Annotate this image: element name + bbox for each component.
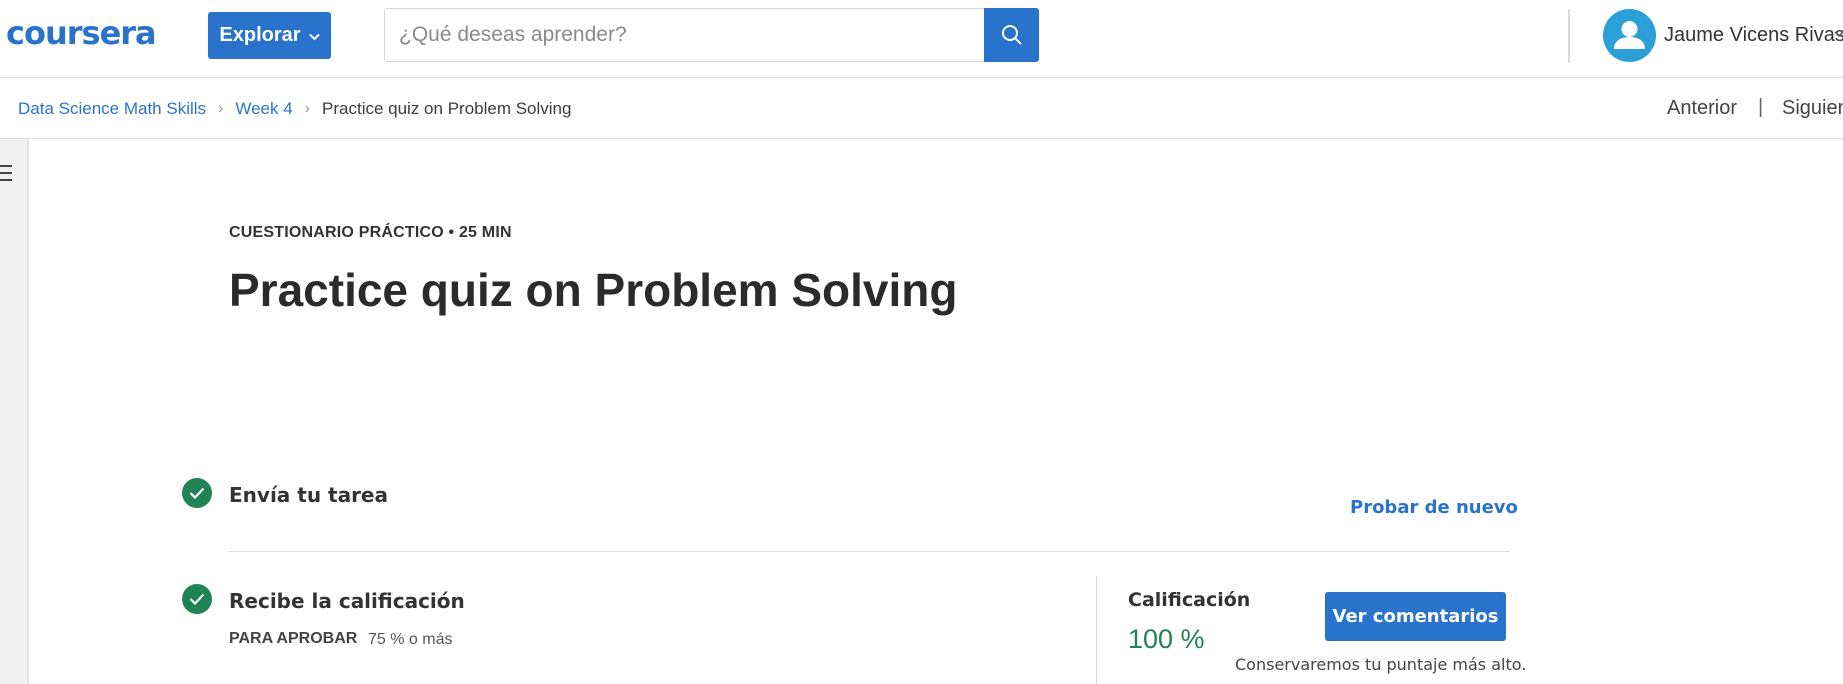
chevron-down-icon bbox=[308, 29, 320, 44]
search-input[interactable] bbox=[385, 9, 984, 61]
breadcrumb-current: Practice quiz on Problem Solving bbox=[322, 99, 572, 118]
grade-step-label: Recibe la calificación bbox=[229, 589, 465, 613]
vertical-divider bbox=[1096, 576, 1097, 684]
collapsed-sidebar bbox=[0, 139, 29, 684]
breadcrumb-bar: Data Science Math Skills › Week 4 › Prac… bbox=[0, 79, 1843, 139]
pass-threshold-label: PARA APROBAR bbox=[229, 630, 358, 647]
retry-button[interactable]: Probar de nuevo bbox=[1350, 497, 1518, 518]
user-name[interactable]: Jaume Vicens Rivas bbox=[1664, 24, 1843, 47]
section-divider bbox=[229, 551, 1510, 552]
header-divider bbox=[1568, 9, 1570, 63]
chevron-right-icon: › bbox=[218, 100, 224, 117]
user-menu-chevron-icon[interactable] bbox=[1834, 26, 1843, 41]
top-header: coursera Explorar Jaume Vicens Rivas bbox=[0, 0, 1843, 78]
quiz-kicker: CUESTIONARIO PRÁCTICO • 25 MIN bbox=[229, 224, 512, 241]
page-title: Practice quiz on Problem Solving bbox=[229, 264, 958, 316]
view-feedback-button[interactable]: Ver comentarios bbox=[1325, 592, 1506, 641]
checkmark-icon bbox=[182, 584, 212, 614]
next-item-link[interactable]: Siguien bbox=[1782, 97, 1843, 120]
submit-step-label: Envía tu tarea bbox=[229, 483, 388, 507]
checkmark-icon bbox=[182, 478, 212, 508]
highest-score-note: Conservaremos tu puntaje más alto. bbox=[1235, 655, 1527, 674]
explore-button[interactable]: Explorar bbox=[208, 12, 331, 59]
hamburger-menu-icon[interactable] bbox=[0, 165, 12, 185]
chevron-right-icon: › bbox=[304, 100, 311, 117]
pass-threshold-value: 75 % o más bbox=[368, 631, 453, 648]
coursera-logo[interactable]: coursera bbox=[6, 14, 157, 52]
breadcrumb-course-link[interactable]: Data Science Math Skills bbox=[18, 99, 206, 119]
breadcrumb: Data Science Math Skills › Week 4 › Prac… bbox=[18, 99, 571, 119]
explore-button-label: Explorar bbox=[219, 24, 301, 46]
nav-separator: | bbox=[1758, 96, 1764, 118]
breadcrumb-week-link[interactable]: Week 4 bbox=[235, 99, 292, 119]
previous-item-link[interactable]: Anterior bbox=[1667, 97, 1737, 120]
grade-label: Calificación bbox=[1128, 589, 1251, 611]
user-avatar-icon[interactable] bbox=[1603, 9, 1656, 62]
search-icon bbox=[1001, 25, 1022, 45]
grade-value: 100 % bbox=[1128, 624, 1205, 654]
search-box bbox=[384, 8, 1039, 62]
search-button[interactable] bbox=[984, 8, 1039, 62]
